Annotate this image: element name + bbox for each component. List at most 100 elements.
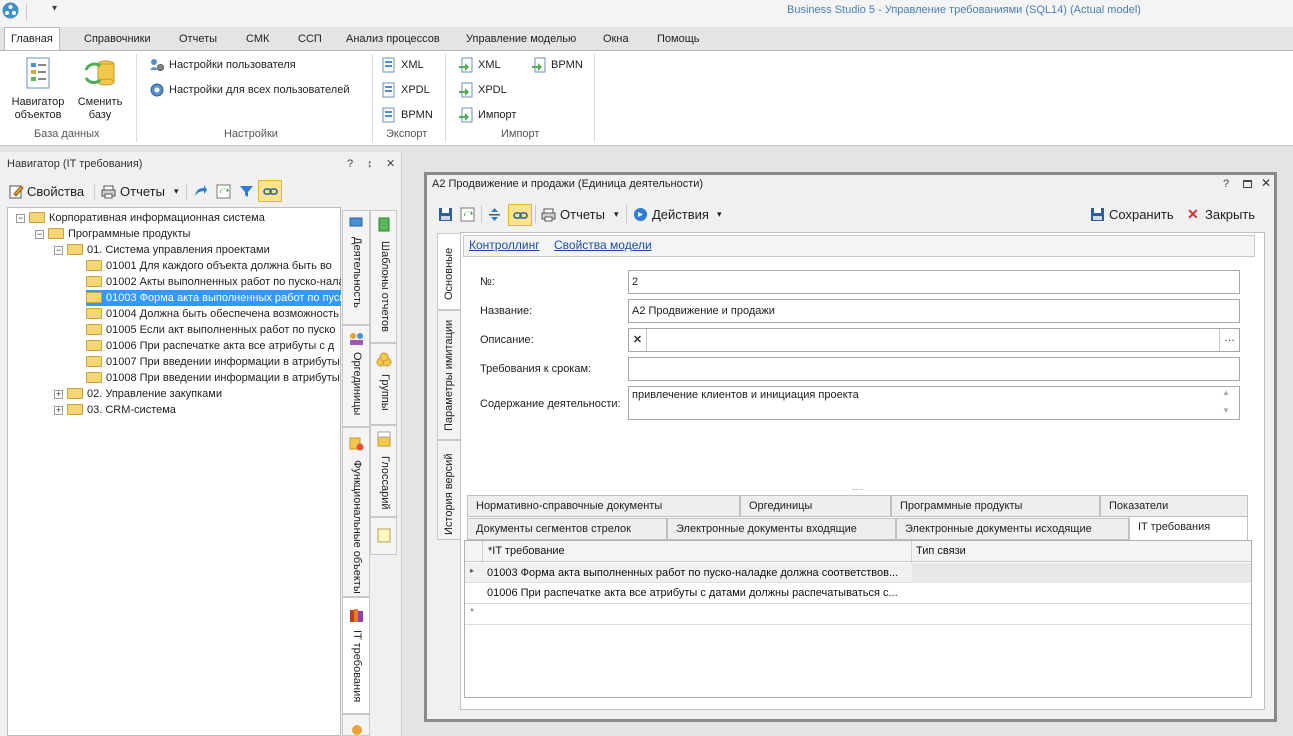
tree-node[interactable]: 01007 При введении информации в атрибуты xyxy=(86,354,340,370)
tab-main[interactable]: Основные xyxy=(437,233,461,310)
grid-cell-link-type[interactable] xyxy=(912,563,1251,583)
tab-software-products[interactable]: Программные продукты xyxy=(891,495,1100,517)
tree-expander-icon[interactable]: + xyxy=(54,406,63,415)
tree-node[interactable]: Программные продукты xyxy=(48,226,190,242)
tree-expander-icon[interactable]: − xyxy=(35,230,44,239)
navigator-pin-icon[interactable]: ↕ xyxy=(367,158,373,170)
save-disk-icon[interactable] xyxy=(438,207,453,222)
new-row[interactable] xyxy=(465,604,1251,625)
tab-indicators[interactable]: Показатели xyxy=(1100,495,1248,517)
doc-link-toggle-button[interactable] xyxy=(508,204,532,226)
side-tab-it-requirements[interactable]: IT требования xyxy=(342,597,370,714)
side-tab-notes[interactable] xyxy=(370,517,397,555)
doc-reports-dropdown-button[interactable]: Отчеты xyxy=(560,207,605,222)
tab-version-history[interactable]: История версий xyxy=(437,440,461,540)
side-tab-glossary[interactable]: Глоссарий xyxy=(370,425,397,517)
side-tab-org-units[interactable]: Оргединицы xyxy=(342,325,370,427)
doc-reports-dropdown-arrow-icon[interactable]: ▾ xyxy=(614,209,619,220)
reports-dropdown-arrow-icon[interactable]: ▾ xyxy=(174,186,179,197)
expand-vertical-icon[interactable] xyxy=(487,207,502,222)
document-help-button[interactable]: ? xyxy=(1223,178,1229,190)
tree-node[interactable]: 02. Управление закупками xyxy=(67,386,222,402)
side-tab-functional-objects[interactable]: Функциональные объекты xyxy=(342,427,370,597)
ribbon-tab-smk[interactable]: СМК xyxy=(240,30,275,50)
document-maximize-icon[interactable] xyxy=(1243,180,1252,188)
all-users-settings-button[interactable]: Настройки для всех пользователей xyxy=(149,81,349,99)
import-xml-button[interactable]: XML xyxy=(458,56,501,74)
side-tab-report-templates[interactable]: Шаблоны отчетов xyxy=(370,210,397,343)
activity-content-field[interactable]: привлечение клиентов и инициация проекта xyxy=(628,386,1240,420)
tree-node[interactable]: 01004 Должна быть обеспечена возможность xyxy=(86,306,339,322)
ribbon-tab-home[interactable]: Главная xyxy=(4,27,60,51)
export-bpmn-button[interactable]: BPMN xyxy=(381,106,433,124)
import-button[interactable]: Импорт xyxy=(458,106,516,124)
grid-header-requirement[interactable]: *IT требование xyxy=(488,545,565,557)
grid-cell-link-type[interactable] xyxy=(912,583,1251,603)
close-button[interactable]: Закрыть xyxy=(1205,207,1255,222)
scroll-down-icon[interactable]: ▼ xyxy=(1222,406,1230,415)
properties-button[interactable]: Свойства xyxy=(27,184,84,199)
tab-org-units[interactable]: Оргединицы xyxy=(740,495,891,517)
ribbon-tab-help[interactable]: Помощь xyxy=(651,30,706,50)
actions-dropdown-arrow-icon[interactable]: ▾ xyxy=(717,209,722,220)
filter-icon[interactable] xyxy=(239,184,254,199)
ellipsis-button[interactable]: … xyxy=(1219,329,1239,351)
model-properties-link[interactable]: Свойства модели xyxy=(554,238,652,252)
ribbon-tab-references[interactable]: Справочники xyxy=(78,30,157,50)
ribbon-tab-windows[interactable]: Окна xyxy=(597,30,635,50)
tree-expander-icon[interactable]: − xyxy=(54,246,63,255)
tree-node[interactable]: 01008 При введении информации в атрибуты xyxy=(86,370,340,386)
save-button[interactable]: Сохранить xyxy=(1109,207,1174,222)
app-logo-icon[interactable] xyxy=(2,2,19,19)
tree-node[interactable]: 01003 Форма акта выполненных работ по пу… xyxy=(86,290,341,306)
side-tab-more[interactable] xyxy=(342,714,370,736)
tree-expander-icon[interactable]: − xyxy=(16,214,25,223)
tab-arrow-segment-docs[interactable]: Документы сегментов стрелок xyxy=(467,518,667,540)
tree-node[interactable]: 01005 Если акт выполненных работ по пуск… xyxy=(86,322,335,338)
tree-node[interactable]: Корпоративная информационная система xyxy=(29,210,265,226)
grid-cell-requirement[interactable]: 01006 При распечатке акта все атрибуты с… xyxy=(487,587,909,599)
ribbon-tab-ssp[interactable]: ССП xyxy=(292,30,328,50)
user-settings-button[interactable]: Настройки пользователя xyxy=(149,56,296,74)
ribbon-tab-reports[interactable]: Отчеты xyxy=(173,30,223,50)
number-field[interactable]: 2 xyxy=(628,270,1240,294)
side-tab-activities[interactable]: Деятельность xyxy=(342,210,370,325)
tree-node[interactable]: 01. Система управления проектами xyxy=(67,242,270,258)
navigator-close-icon[interactable]: ✕ xyxy=(386,157,395,170)
tab-it-requirements[interactable]: IT требования xyxy=(1129,516,1248,540)
quick-access-dropdown-icon[interactable]: ▾ xyxy=(52,3,57,14)
import-xpdl-button[interactable]: XPDL xyxy=(458,81,507,99)
tree-expander-icon[interactable]: + xyxy=(54,390,63,399)
actions-dropdown-button[interactable]: Действия xyxy=(652,207,709,222)
export-xpdl-button[interactable]: XPDL xyxy=(381,81,430,99)
tree-node[interactable]: 01002 Акты выполненных работ по пуско-на… xyxy=(86,274,341,290)
tab-normative-docs[interactable]: Нормативно-справочные документы xyxy=(467,495,740,517)
clear-x-icon[interactable]: ✕ xyxy=(629,329,647,351)
name-field[interactable]: А2 Продвижение и продажи xyxy=(628,299,1240,323)
ribbon-tab-process-analysis[interactable]: Анализ процессов xyxy=(340,30,446,50)
navigator-help-button[interactable]: ? xyxy=(347,158,353,170)
reports-dropdown-button[interactable]: Отчеты xyxy=(120,184,165,199)
link-toggle-button[interactable] xyxy=(258,180,282,202)
side-tab-groups[interactable]: Группы xyxy=(370,343,397,425)
grid-header-link-type[interactable]: Тип связи xyxy=(916,545,966,557)
export-xml-button[interactable]: XML xyxy=(381,56,424,74)
tree-node[interactable]: 01001 Для каждого объекта должна быть во xyxy=(86,258,332,274)
document-close-icon[interactable]: ✕ xyxy=(1261,176,1271,190)
tree-node[interactable]: 01006 При распечатке акта все атрибуты с… xyxy=(86,338,334,354)
deadline-requirements-field[interactable] xyxy=(628,357,1240,381)
grid-cell-requirement[interactable]: 01003 Форма акта выполненных работ по пу… xyxy=(487,567,909,579)
tree-node[interactable]: 03. CRM-система xyxy=(67,402,176,418)
navigate-arrow-icon[interactable] xyxy=(193,184,208,199)
refresh-doc-icon[interactable] xyxy=(460,207,475,222)
scroll-up-icon[interactable]: ▲ xyxy=(1222,388,1230,397)
splitter-handle[interactable]: .... xyxy=(852,482,863,493)
object-navigator-button[interactable]: Навигатор объектов xyxy=(6,56,70,122)
tab-incoming-edocs[interactable]: Электронные документы входящие xyxy=(667,518,896,540)
change-database-button[interactable]: Сменить базу xyxy=(70,56,130,122)
description-field[interactable] xyxy=(628,328,1240,352)
import-bpmn-button[interactable]: BPMN xyxy=(531,56,583,74)
tab-outgoing-edocs[interactable]: Электронные документы исходящие xyxy=(896,518,1129,540)
controlling-link[interactable]: Контроллинг xyxy=(469,238,540,252)
tab-simulation-parameters[interactable]: Параметры имитации xyxy=(437,310,461,440)
